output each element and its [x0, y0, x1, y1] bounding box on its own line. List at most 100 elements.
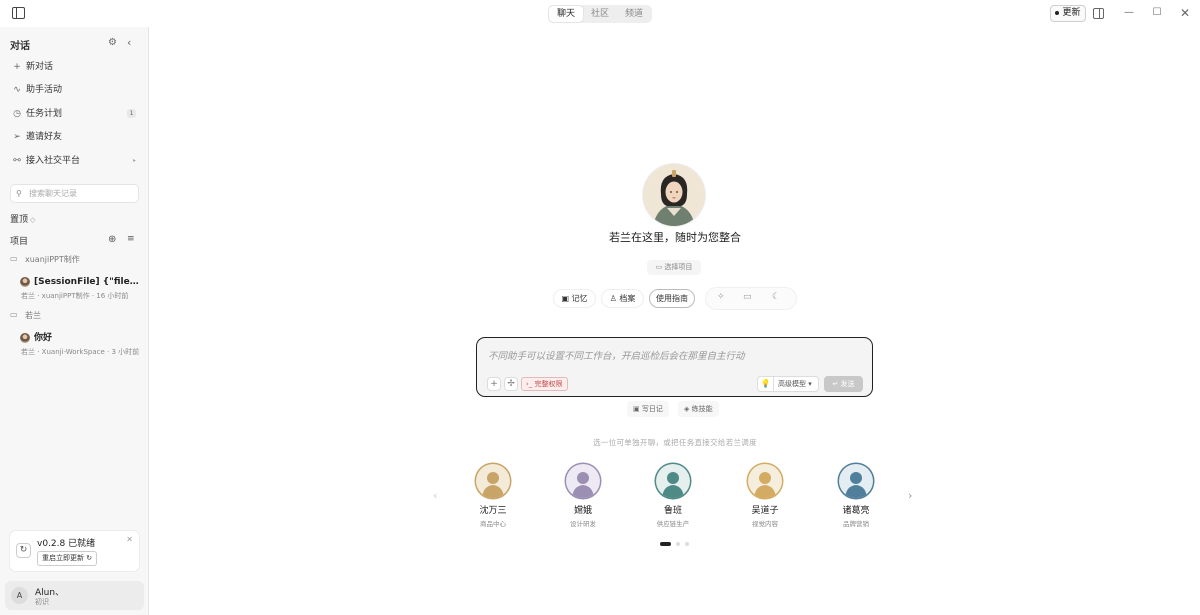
- guide-chip[interactable]: 使用指南: [649, 289, 695, 308]
- avatar: [748, 464, 782, 498]
- model-label: 高级模型: [778, 380, 806, 388]
- nav-assistant-activity[interactable]: ∿ 助手活动: [8, 80, 140, 100]
- carousel-dot[interactable]: [676, 542, 680, 546]
- restart-update-button[interactable]: 重启立即更新 ↻: [37, 551, 98, 566]
- add-project-icon[interactable]: ⊕: [108, 234, 116, 245]
- carousel-dot[interactable]: [685, 542, 689, 546]
- message-composer[interactable]: 不同助手可以设置不同工作台，开启巡检后会在那里自主行动 + ✢ ›_ 完整权限 …: [476, 337, 873, 397]
- sidebar-title: 对话: [10, 41, 30, 52]
- agent-role: 设计研发: [570, 520, 596, 528]
- pin-icon: ◇: [30, 216, 36, 224]
- avatar: [566, 464, 600, 498]
- book-icon: ▣: [561, 294, 569, 303]
- hero-title: 若兰在这里，随时为您整合: [609, 231, 741, 244]
- tab-community[interactable]: 社区: [583, 6, 617, 22]
- agent-role: 品牌营销: [843, 520, 869, 528]
- memory-chip[interactable]: ▣ 记忆: [553, 289, 596, 308]
- tab-channels[interactable]: 频道: [617, 6, 651, 22]
- chat-search-input[interactable]: ⚲ 搜索聊天记录: [10, 184, 139, 203]
- session-meta: 若兰 · Xuanji-WorkSpace · 3 小时前: [21, 348, 140, 356]
- chat-bubble-icon[interactable]: ▭: [743, 292, 752, 302]
- select-project-button[interactable]: ▭ 选择项目: [647, 260, 701, 275]
- nav-task-plan[interactable]: ◷ 任务计划 1: [8, 104, 140, 124]
- nav-new-chat[interactable]: + 新对话: [8, 57, 140, 77]
- model-select[interactable]: 💡 高级模型 ▾: [757, 376, 819, 392]
- permission-button[interactable]: ›_ 完整权限: [521, 377, 568, 391]
- folder-icon: ▭: [655, 263, 663, 271]
- folder-icon: ▭: [10, 310, 18, 319]
- agent-card[interactable]: 沈万三 商品中心: [468, 464, 518, 528]
- nav-social-platforms[interactable]: ⚯ 接入社交平台 ▸: [8, 151, 140, 171]
- activity-icon: ∿: [13, 85, 21, 95]
- link-icon: ⚯: [13, 156, 21, 166]
- session-title: 你好: [34, 333, 53, 343]
- permission-label: 完整权限: [534, 380, 563, 388]
- moon-icon[interactable]: ☾: [772, 292, 780, 302]
- projects-label: 项目: [10, 237, 29, 247]
- nav-label: 助手活动: [26, 85, 63, 95]
- agent-card[interactable]: 嫦娥 设计研发: [558, 464, 608, 528]
- agent-name: 诸葛亮: [842, 506, 870, 516]
- terminal-icon: ›_: [526, 380, 533, 388]
- practice-skill-button[interactable]: ◈ 练技能: [678, 401, 719, 417]
- tab-chat[interactable]: 聊天: [549, 6, 583, 22]
- magic-wand-icon[interactable]: ✧: [717, 292, 725, 302]
- agent-card[interactable]: 鲁班 供应链生产: [648, 464, 698, 528]
- clock-icon: ◷: [13, 109, 21, 119]
- project-folder[interactable]: ▭ xuanjiPPT制作: [10, 254, 80, 265]
- right-panel-toggle-icon[interactable]: [1093, 8, 1104, 19]
- chevron-down-icon: ▾: [808, 380, 812, 388]
- sparkle-icon[interactable]: ✢: [504, 377, 518, 391]
- chevron-left-icon[interactable]: ‹: [433, 489, 437, 502]
- task-count-badge: 1: [127, 109, 136, 118]
- folder-label: xuanjiPPT制作: [25, 255, 80, 264]
- gear-icon[interactable]: ⚙: [108, 37, 117, 48]
- close-icon[interactable]: ✕: [126, 535, 133, 544]
- agent-role: 商品中心: [480, 520, 506, 528]
- pinned-section[interactable]: 置顶 ◇: [10, 212, 35, 225]
- agent-card[interactable]: 诸葛亮 品牌营销: [831, 464, 881, 528]
- pinned-label: 置顶: [10, 215, 29, 225]
- sidebar: 对话 ⚙ ‹ + 新对话 ∿ 助手活动 ◷ 任务计划 1 ➢ 邀请好友 ⚯ 接入…: [0, 27, 149, 615]
- send-label: 发送: [840, 380, 855, 388]
- message-input[interactable]: 不同助手可以设置不同工作台，开启巡检后会在那里自主行动: [488, 348, 745, 362]
- nav-invite-friends[interactable]: ➢ 邀请好友: [8, 127, 140, 147]
- avatar: [656, 464, 690, 498]
- user-role: 初识: [35, 598, 49, 606]
- send-button[interactable]: ↵ 发送: [824, 376, 863, 392]
- refresh-icon: ↻: [16, 543, 31, 558]
- assistant-hint: 选一位可单独开聊，或把任务直接交给若兰调度: [593, 438, 757, 447]
- nav-label: 新对话: [26, 62, 54, 72]
- bulb-icon[interactable]: 💡: [758, 376, 774, 392]
- profile-chip[interactable]: ♙ 档案: [601, 289, 644, 308]
- filter-icon[interactable]: ≡: [127, 234, 135, 244]
- nav-label: 接入社交平台: [26, 156, 81, 166]
- avatar: [20, 277, 30, 287]
- carousel-dot[interactable]: [660, 542, 671, 546]
- maximize-icon[interactable]: ☐: [1149, 6, 1165, 20]
- person-icon: ♙: [609, 294, 617, 303]
- sidebar-toggle-icon[interactable]: [12, 7, 25, 19]
- chevron-right-icon[interactable]: ›: [908, 489, 912, 502]
- session-item[interactable]: [SessionFile] {"fileId":... 若兰 · xuanjiP…: [18, 276, 142, 301]
- attach-icon[interactable]: +: [487, 377, 501, 391]
- plus-icon: +: [13, 62, 21, 72]
- minimize-icon[interactable]: —: [1121, 6, 1137, 20]
- collapse-sidebar-icon[interactable]: ‹: [127, 36, 131, 49]
- agent-role: 视觉内容: [752, 520, 778, 528]
- send-icon: ➢: [13, 132, 21, 142]
- sub-button-label: 写日记: [641, 405, 663, 413]
- agent-card[interactable]: 吴道子 视觉内容: [740, 464, 790, 528]
- avatar: [839, 464, 873, 498]
- close-icon[interactable]: ✕: [1177, 6, 1193, 20]
- agent-role: 供应链生产: [656, 520, 690, 528]
- update-button[interactable]: 更新: [1050, 5, 1086, 22]
- folder-icon: ▭: [10, 254, 18, 263]
- user-profile[interactable]: A Alun、 初识: [5, 581, 144, 610]
- assistant-avatar: [643, 164, 705, 226]
- write-diary-button[interactable]: ▣ 写日记: [627, 401, 669, 417]
- sub-button-label: 练技能: [691, 405, 713, 413]
- title-bar: 聊天 社区 频道 更新 — ☐ ✕: [0, 0, 1200, 27]
- session-item[interactable]: 你好 若兰 · Xuanji-WorkSpace · 3 小时前: [18, 332, 142, 357]
- project-folder[interactable]: ▭ 若兰: [10, 310, 41, 321]
